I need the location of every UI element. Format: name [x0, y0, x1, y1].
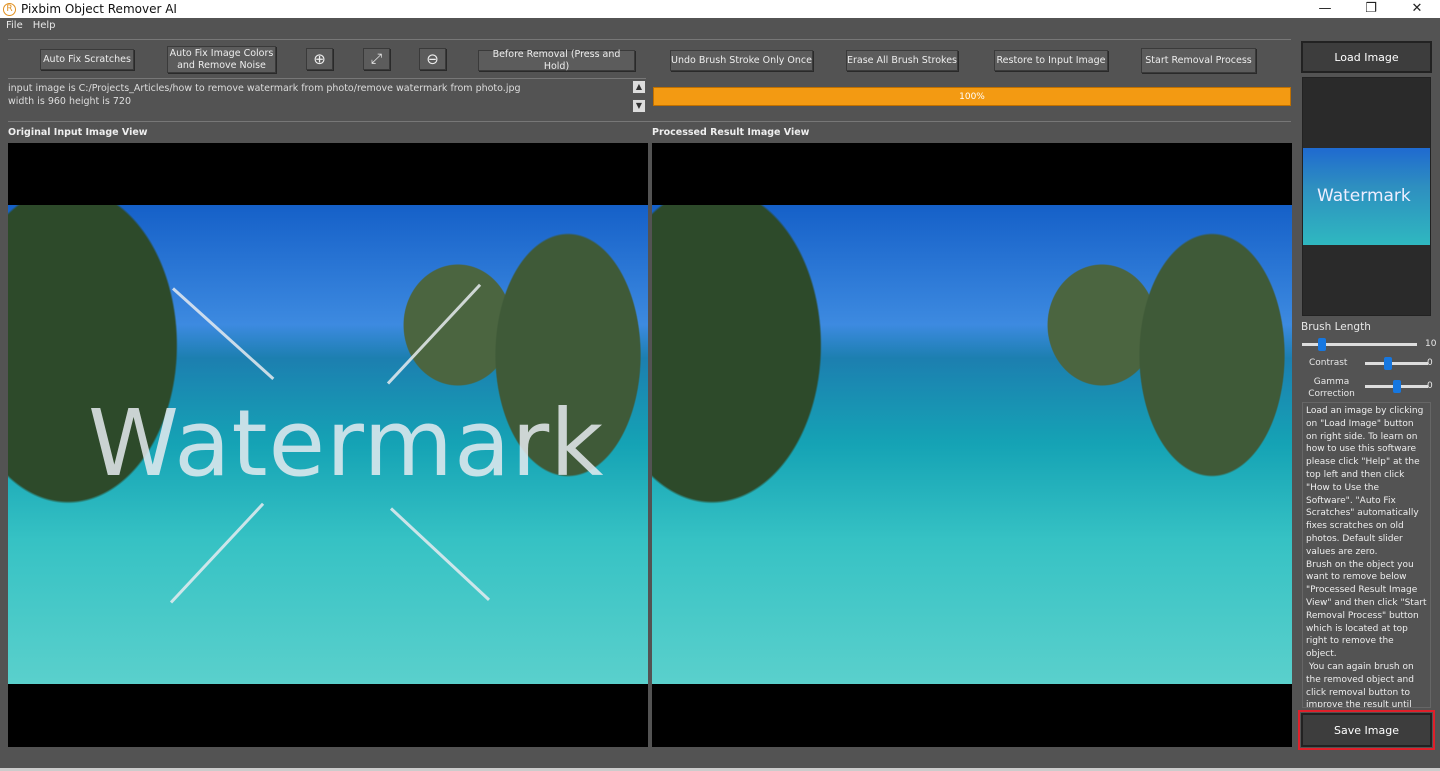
slider-handle[interactable] — [1384, 357, 1392, 370]
menu-file[interactable]: File — [6, 20, 23, 31]
processed-view-label: Processed Result Image View — [652, 127, 810, 138]
scroll-up-button[interactable]: ▲ — [632, 80, 646, 94]
thumbnail-image: Watermark — [1303, 148, 1430, 245]
info-path: input image is C:/Projects_Articles/how … — [8, 83, 521, 94]
brush-length-value: 10 — [1425, 339, 1437, 349]
original-image-view[interactable]: Watermark — [8, 143, 648, 747]
zoom-out-icon[interactable]: ⊖ — [419, 48, 446, 70]
start-removal-button[interactable]: Start Removal Process — [1141, 48, 1256, 73]
menu-help[interactable]: Help — [33, 20, 56, 31]
contrast-label: Contrast — [1309, 358, 1348, 368]
expand-icon[interactable]: ⤢ — [363, 48, 390, 70]
contrast-value: 0 — [1427, 358, 1433, 368]
gamma-label: Gamma Correction — [1308, 377, 1355, 399]
save-image-button[interactable]: Save Image — [1298, 710, 1435, 750]
watermark-text: Watermark — [88, 390, 605, 497]
brush-length-slider[interactable]: 10 — [1300, 338, 1437, 352]
minimize-button[interactable]: — — [1302, 0, 1348, 18]
before-removal-button[interactable]: Before Removal (Press and Hold) — [478, 49, 635, 72]
help-text: Load an image by clicking on "Load Image… — [1302, 402, 1431, 708]
maximize-button[interactable]: ❐ — [1348, 0, 1394, 18]
contrast-slider[interactable]: Contrast 0 — [1300, 357, 1435, 371]
watermark-line — [386, 283, 482, 385]
close-button[interactable]: ✕ — [1394, 0, 1440, 18]
auto-fix-scratches-button[interactable]: Auto Fix Scratches — [40, 49, 134, 70]
gamma-value: 0 — [1427, 381, 1433, 391]
processed-photo — [652, 205, 1292, 684]
processed-image-view[interactable] — [652, 143, 1292, 747]
slider-handle[interactable] — [1318, 338, 1326, 351]
slider-handle[interactable] — [1393, 380, 1401, 393]
restore-input-button[interactable]: Restore to Input Image — [994, 50, 1108, 71]
divider — [8, 121, 1291, 122]
info-text: input image is C:/Projects_Articles/how … — [8, 82, 628, 108]
window-title: Pixbim Object Remover AI — [21, 2, 177, 16]
zoom-in-icon[interactable]: ⊕ — [306, 48, 333, 70]
thumbnail-preview: Watermark — [1302, 77, 1431, 316]
menu-bar: File Help — [6, 20, 56, 31]
title-bar: R Pixbim Object Remover AI — ❐ ✕ — [0, 0, 1440, 18]
erase-all-strokes-button[interactable]: Erase All Brush Strokes — [846, 50, 958, 71]
watermark-line — [169, 502, 265, 604]
scroll-down-button[interactable]: ▼ — [632, 99, 646, 113]
divider — [8, 39, 1291, 40]
watermark-line — [389, 507, 491, 601]
divider — [8, 78, 646, 79]
info-size: width is 960 height is 720 — [8, 96, 132, 107]
load-image-button[interactable]: Load Image — [1301, 41, 1432, 73]
original-photo: Watermark — [8, 205, 648, 684]
auto-fix-colors-button[interactable]: Auto Fix Image Colors and Remove Noise — [167, 46, 276, 73]
gamma-slider[interactable]: Gamma Correction 0 — [1300, 376, 1435, 399]
original-view-label: Original Input Image View — [8, 127, 148, 138]
undo-brush-stroke-button[interactable]: Undo Brush Stroke Only Once — [670, 50, 813, 71]
watermark-line — [171, 287, 275, 380]
progress-bar: 100% — [653, 87, 1291, 106]
brush-length-label: Brush Length — [1301, 321, 1371, 333]
thumbnail-watermark: Watermark — [1317, 186, 1411, 206]
app-logo-icon: R — [3, 2, 16, 16]
